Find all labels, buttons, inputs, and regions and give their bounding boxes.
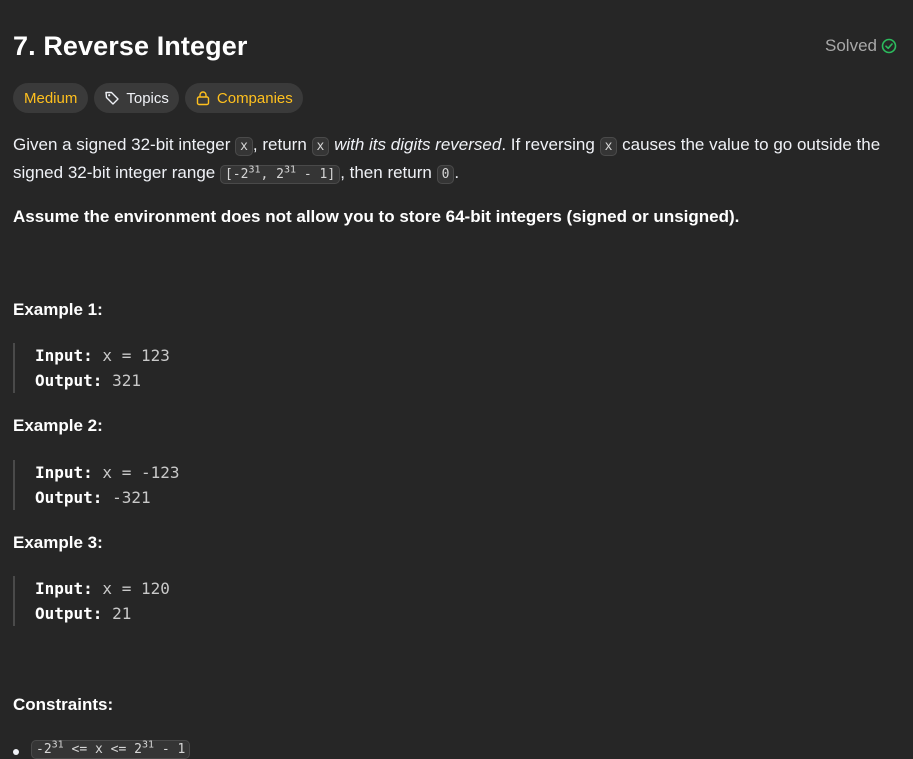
constraint-code: -231 <= x <= 231 - 1	[31, 739, 191, 759]
output-value: 321	[102, 371, 141, 390]
example-2-title: Example 2:	[13, 416, 103, 435]
range-part: [-2	[224, 167, 249, 182]
constraint-part: <= x <= 2	[63, 742, 142, 757]
problem-statement: Given a signed 32-bit integer x, return …	[13, 132, 897, 188]
problem-title[interactable]: 7. Reverse Integer	[13, 31, 247, 62]
solved-label: Solved	[825, 36, 877, 55]
range-part: , 2	[260, 167, 284, 182]
topics-button[interactable]: Topics	[94, 83, 179, 113]
storage-note: Assume the environment does not allow yo…	[13, 207, 740, 226]
example-1-block: Input: x = 123 Output: 321	[13, 343, 170, 393]
statement-text: , then return	[340, 163, 437, 182]
range-part: - 1]	[296, 167, 336, 182]
example-input-line: Input: x = 123	[35, 343, 170, 368]
constraint-exponent: 31	[141, 739, 155, 751]
constraint-item: -231 <= x <= 231 - 1	[13, 739, 191, 759]
example-output-line: Output: -321	[35, 485, 180, 510]
range-exponent: 31	[284, 164, 297, 176]
statement-text: , return	[252, 135, 312, 154]
topics-label: Topics	[126, 89, 169, 107]
example-input-line: Input: x = 120	[35, 576, 170, 601]
check-circle-icon	[881, 38, 897, 54]
difficulty-badge: Medium	[13, 83, 89, 113]
input-value: x = -123	[92, 463, 180, 482]
output-label: Output:	[35, 604, 103, 623]
example-3-title: Example 3:	[13, 533, 103, 552]
problem-description-panel: 7. Reverse Integer Solved Medium Topics	[0, 0, 913, 759]
example-1-title: Example 1:	[13, 300, 103, 319]
statement-text: .	[454, 163, 460, 182]
input-label: Input:	[35, 579, 93, 598]
inline-code-x: x	[311, 137, 330, 156]
statement-paragraph: Given a signed 32-bit integer x, return …	[13, 132, 897, 188]
input-label: Input:	[35, 346, 93, 365]
output-value: 21	[102, 604, 132, 623]
input-value: x = 123	[92, 346, 170, 365]
tag-row: Medium Topics Companies	[13, 83, 303, 113]
output-value: -321	[102, 488, 151, 507]
input-value: x = 120	[92, 579, 170, 598]
example-input-line: Input: x = -123	[35, 460, 180, 485]
statement-text: . If reversing	[501, 135, 600, 154]
constraint-exponent: 31	[51, 739, 64, 751]
input-label: Input:	[35, 463, 93, 482]
example-2-block: Input: x = -123 Output: -321	[13, 460, 180, 510]
inline-code-x: x	[599, 137, 618, 156]
example-output-line: Output: 21	[35, 601, 170, 626]
solved-status: Solved	[825, 36, 897, 56]
lock-icon	[195, 90, 211, 106]
constraints-title: Constraints:	[13, 695, 114, 714]
tag-icon	[104, 90, 120, 106]
example-output-line: Output: 321	[35, 368, 170, 393]
difficulty-label: Medium	[24, 89, 78, 107]
output-label: Output:	[35, 371, 103, 390]
inline-code-zero: 0	[436, 165, 455, 184]
title-row: 7. Reverse Integer Solved	[13, 26, 897, 66]
bullet	[13, 748, 19, 755]
inline-code-range: [-231, 231 - 1]	[219, 164, 341, 184]
statement-italic: with its digits reversed	[334, 135, 502, 154]
output-label: Output:	[35, 488, 103, 507]
range-exponent: 31	[248, 164, 261, 176]
inline-code-x: x	[235, 137, 253, 156]
companies-button[interactable]: Companies	[184, 83, 303, 113]
companies-label: Companies	[216, 89, 293, 107]
constraint-part: -2	[36, 742, 52, 757]
example-3-block: Input: x = 120 Output: 21	[13, 576, 170, 626]
statement-text: Given a signed 32-bit integer	[13, 135, 236, 154]
constraint-part: - 1	[154, 742, 186, 757]
